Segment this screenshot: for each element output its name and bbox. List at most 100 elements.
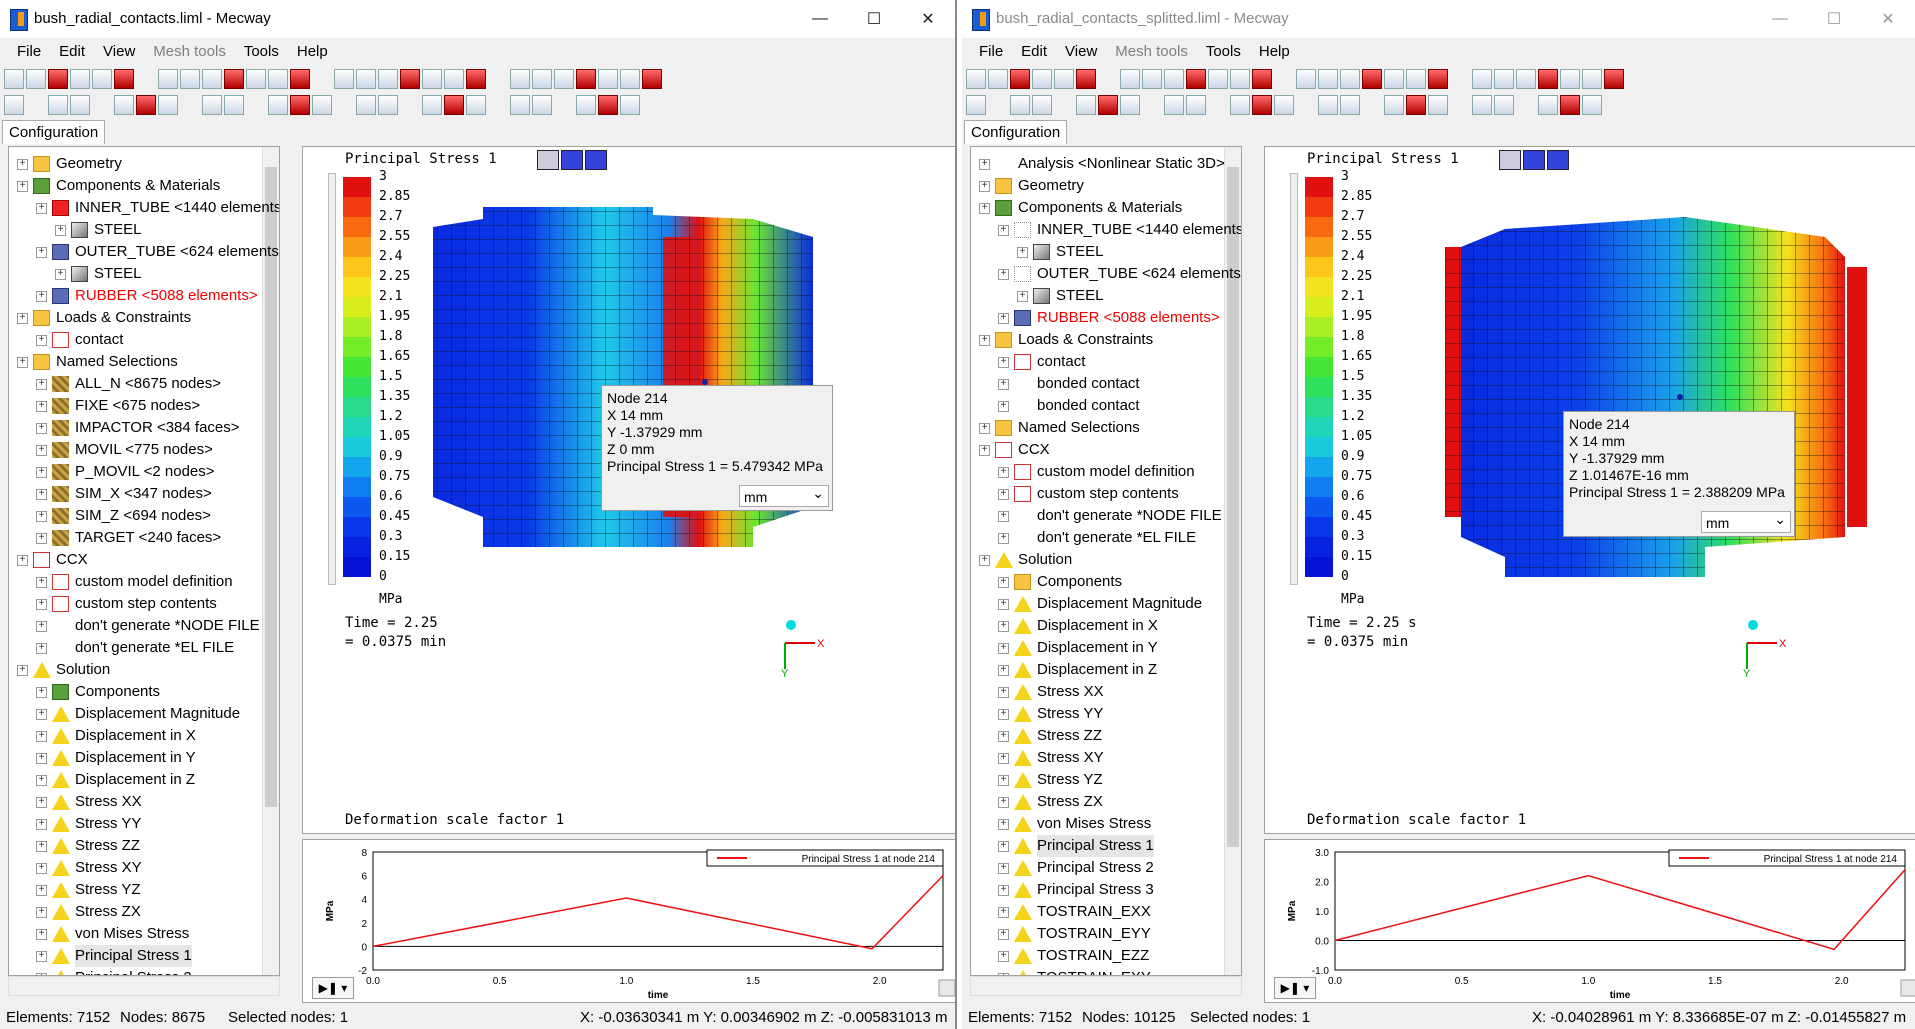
toolbar-button-icon[interactable] — [554, 68, 574, 89]
toolbar-button-icon[interactable] — [400, 68, 420, 89]
expand-toggle-icon[interactable]: + — [36, 775, 47, 786]
3d-view[interactable]: Principal Stress 1 3 2.85 2.7 2.55 2.4 2.25 2.… — [1264, 146, 1915, 834]
toolbar-button-icon[interactable] — [1340, 94, 1360, 115]
toolbar-button-icon[interactable] — [48, 68, 68, 89]
toolbar-button-icon[interactable] — [1384, 94, 1404, 115]
toolbar-button-icon[interactable] — [1406, 68, 1426, 89]
toolbar-button-icon[interactable] — [554, 95, 574, 115]
toolbar-button-icon[interactable] — [1384, 68, 1404, 89]
toolbar-button-icon[interactable] — [356, 94, 376, 115]
expand-toggle-icon[interactable]: + — [998, 841, 1009, 852]
view-mode-button[interactable] — [1499, 150, 1521, 170]
toolbar-button-icon[interactable] — [576, 94, 596, 115]
expand-toggle-icon[interactable]: + — [55, 225, 66, 236]
toolbar-button-icon[interactable] — [1252, 68, 1272, 89]
expand-toggle-icon[interactable]: + — [998, 731, 1009, 742]
toolbar-button-icon[interactable] — [1274, 94, 1294, 115]
expand-toggle-icon[interactable]: + — [998, 929, 1009, 940]
toolbar-button-icon[interactable] — [444, 94, 464, 115]
expand-toggle-icon[interactable]: + — [998, 533, 1009, 544]
toolbar-button-icon[interactable] — [4, 68, 24, 89]
toolbar-button-icon[interactable] — [356, 68, 376, 89]
toolbar-button-icon[interactable] — [70, 94, 90, 115]
expand-toggle-icon[interactable]: + — [998, 313, 1009, 324]
toolbar-button-icon[interactable] — [180, 68, 200, 89]
expand-toggle-icon[interactable]: + — [36, 203, 47, 214]
toolbar-button-icon[interactable] — [26, 68, 46, 89]
expand-toggle-icon[interactable]: + — [998, 753, 1009, 764]
toolbar-button-icon[interactable] — [642, 95, 662, 115]
expand-toggle-icon[interactable]: + — [17, 357, 28, 368]
toolbar-button-icon[interactable] — [334, 95, 354, 115]
toolbar-button-icon[interactable] — [1604, 95, 1624, 115]
toolbar-button-icon[interactable] — [966, 68, 986, 89]
toolbar-button-icon[interactable] — [1098, 69, 1118, 89]
toolbar-button-icon[interactable] — [642, 68, 662, 89]
toolbar-button-icon[interactable] — [1428, 94, 1448, 115]
toolbar-button-icon[interactable] — [224, 68, 244, 89]
toolbar-button-icon[interactable] — [202, 94, 222, 115]
toolbar-button-icon[interactable] — [48, 94, 68, 115]
toolbar-button-icon[interactable] — [246, 95, 266, 115]
expand-toggle-icon[interactable]: + — [36, 379, 47, 390]
toolbar-button-icon[interactable] — [466, 94, 486, 115]
toolbar-button-icon[interactable] — [1560, 94, 1580, 115]
toolbar-button-icon[interactable] — [70, 68, 90, 89]
toolbar-button-icon[interactable] — [1230, 68, 1250, 89]
expand-toggle-icon[interactable]: + — [36, 687, 47, 698]
toolbar-button-icon[interactable] — [1208, 95, 1228, 115]
toolbar-button-icon[interactable] — [510, 68, 530, 89]
animation-play-button[interactable]: ▶❚ ▾ — [312, 977, 354, 999]
toolbar-button-icon[interactable] — [1296, 68, 1316, 89]
minimize-button[interactable]: — — [1753, 0, 1807, 38]
toolbar-button-icon[interactable] — [1604, 68, 1624, 89]
toolbar-button-icon[interactable] — [92, 95, 112, 115]
expand-toggle-icon[interactable]: + — [55, 269, 66, 280]
expand-toggle-icon[interactable]: + — [36, 599, 47, 610]
toolbar-button-icon[interactable] — [246, 68, 266, 89]
expand-toggle-icon[interactable]: + — [17, 181, 28, 192]
toolbar-button-icon[interactable] — [576, 68, 596, 89]
toolbar-button-icon[interactable] — [400, 95, 420, 115]
expand-toggle-icon[interactable]: + — [979, 335, 990, 346]
menu-view[interactable]: View — [1056, 40, 1106, 64]
toolbar-button-icon[interactable] — [1120, 68, 1140, 89]
toolbar-button-icon[interactable] — [1230, 94, 1250, 115]
view-mode-button[interactable] — [1547, 150, 1569, 170]
expand-toggle-icon[interactable]: + — [36, 621, 47, 632]
expand-toggle-icon[interactable]: + — [36, 797, 47, 808]
toolbar-button-icon[interactable] — [290, 94, 310, 115]
expand-toggle-icon[interactable]: + — [998, 907, 1009, 918]
view-mode-button[interactable] — [1523, 150, 1545, 170]
toolbar-button-icon[interactable] — [598, 94, 618, 115]
expand-toggle-icon[interactable]: + — [36, 819, 47, 830]
toolbar-button-icon[interactable] — [966, 94, 986, 115]
contour-slider[interactable] — [328, 173, 336, 585]
toolbar-button-icon[interactable] — [312, 69, 332, 89]
toolbar-button-icon[interactable] — [488, 95, 508, 115]
animation-play-button[interactable]: ▶❚ ▾ — [1274, 977, 1316, 999]
toolbar-button-icon[interactable] — [1076, 94, 1096, 115]
toolbar-button-icon[interactable] — [1142, 95, 1162, 115]
toolbar-button-icon[interactable] — [1142, 68, 1162, 89]
toolbar-button-icon[interactable] — [1076, 68, 1096, 89]
maximize-button[interactable]: ☐ — [1807, 0, 1861, 38]
toolbar-button-icon[interactable] — [136, 94, 156, 115]
toolbar-button-icon[interactable] — [1362, 68, 1382, 89]
expand-toggle-icon[interactable]: + — [979, 203, 990, 214]
minimize-button[interactable]: — — [793, 0, 847, 38]
3d-view[interactable]: Principal Stress 1 3 2.85 2.7 2.55 2.4 2.25 2.… — [302, 146, 955, 834]
toolbar-button-icon[interactable] — [488, 69, 508, 89]
toolbar-button-icon[interactable] — [1032, 94, 1052, 115]
expand-toggle-icon[interactable]: + — [1017, 291, 1028, 302]
expand-toggle-icon[interactable]: + — [998, 621, 1009, 632]
close-button[interactable]: ✕ — [901, 0, 955, 38]
toolbar-button-icon[interactable] — [532, 68, 552, 89]
toolbar-button-icon[interactable] — [1450, 95, 1470, 115]
expand-toggle-icon[interactable]: + — [36, 291, 47, 302]
menu-help[interactable]: Help — [1250, 40, 1299, 64]
toolbar-button-icon[interactable] — [1406, 94, 1426, 115]
expand-toggle-icon[interactable]: + — [998, 709, 1009, 720]
toolbar-button-icon[interactable] — [466, 68, 486, 89]
toolbar-button-icon[interactable] — [26, 95, 46, 115]
